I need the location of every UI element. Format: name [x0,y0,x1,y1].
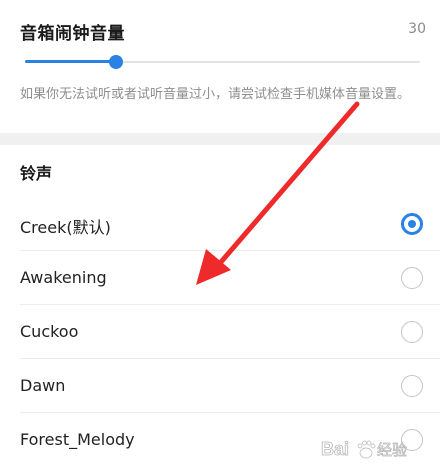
ringtone-item-forest-melody[interactable]: Forest_Melody [0,413,440,467]
volume-hint: 如果你无法试听或者试听音量过小，请尝试检查手机媒体音量设置。 [20,87,411,102]
ringtone-label: Creek(默认) [20,218,111,237]
ringtone-header: 铃声 [20,164,53,183]
ringtone-item-dawn[interactable]: Dawn [0,359,440,413]
volume-slider-thumb[interactable] [108,55,123,69]
ringtone-list: Creek(默认) Awakening Cuckoo Dawn Forest_M… [0,197,440,467]
ringtone-section: 铃声 Creek(默认) Awakening Cuckoo Dawn Fores… [0,145,440,468]
ringtone-item-awakening[interactable]: Awakening [0,251,440,305]
ringtone-label: Forest_Melody [20,430,135,449]
ringtone-radio[interactable] [401,213,423,235]
volume-slider-fill [25,60,116,63]
ringtone-radio[interactable] [401,375,423,397]
ringtone-label: Dawn [20,376,66,395]
ringtone-item-cuckoo[interactable]: Cuckoo [0,305,440,359]
ringtone-radio[interactable] [401,267,423,289]
section-divider [0,133,440,145]
ringtone-radio[interactable] [401,429,423,451]
ringtone-label: Awakening [20,268,107,287]
volume-value: 30 [408,21,426,37]
volume-slider[interactable] [20,54,420,70]
ringtone-item-creek[interactable]: Creek(默认) [0,197,440,251]
volume-title: 音箱闹钟音量 [20,24,125,44]
volume-section: 音箱闹钟音量 30 如果你无法试听或者试听音量过小，请尝试检查手机媒体音量设置。 [0,0,440,133]
ringtone-label: Cuckoo [20,322,79,341]
ringtone-radio[interactable] [401,321,423,343]
